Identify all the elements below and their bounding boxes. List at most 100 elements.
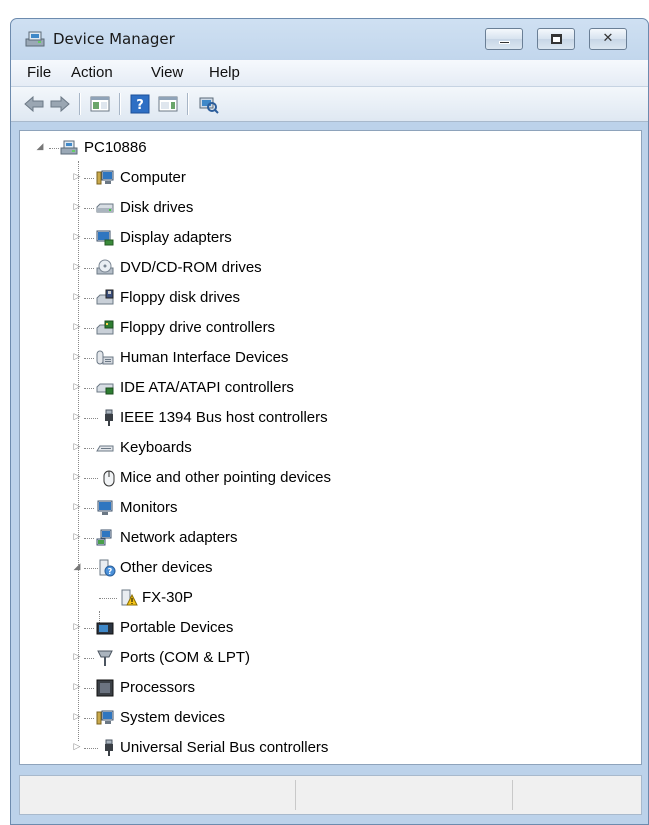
svg-text:?: ? bbox=[136, 98, 144, 113]
menu-help[interactable]: Help bbox=[209, 64, 240, 81]
portable-device-icon bbox=[96, 622, 114, 635]
floppy-drive-icon bbox=[96, 289, 114, 305]
title-bar[interactable]: Device Manager ✕ bbox=[11, 19, 648, 59]
tree-item-usb-controllers[interactable]: ▷ Universal Serial Bus controllers bbox=[20, 735, 641, 761]
tree-connector bbox=[84, 418, 98, 419]
expand-arrow-icon[interactable]: ▷ bbox=[72, 262, 82, 272]
expand-arrow-icon[interactable]: ▷ bbox=[72, 412, 82, 422]
expand-arrow-icon[interactable]: ▷ bbox=[72, 442, 82, 452]
expand-arrow-icon[interactable]: ▷ bbox=[72, 682, 82, 692]
menu-action[interactable]: Action bbox=[71, 64, 113, 81]
tree-item-label: Mice and other pointing devices bbox=[120, 469, 331, 486]
tree-item-disk-drives[interactable]: ▷ Disk drives bbox=[20, 195, 641, 221]
tree-connector bbox=[84, 688, 94, 689]
tree-item-fx-30p[interactable]: FX-30P bbox=[20, 585, 641, 611]
tree-item-monitors[interactable]: ▷ Monitors bbox=[20, 495, 641, 521]
scan-hardware-icon[interactable] bbox=[197, 94, 219, 114]
network-adapter-icon bbox=[96, 529, 112, 546]
tree-item-label: Universal Serial Bus controllers bbox=[120, 739, 329, 756]
tree-connector bbox=[84, 628, 94, 629]
maximize-button[interactable] bbox=[537, 28, 575, 50]
menu-view[interactable]: View bbox=[151, 64, 183, 81]
tree-connector bbox=[84, 748, 98, 749]
expand-arrow-icon[interactable]: ▷ bbox=[72, 502, 82, 512]
expand-arrow-icon[interactable]: ▷ bbox=[72, 202, 82, 212]
tree-item-label: Display adapters bbox=[120, 229, 232, 246]
tree-item-mice[interactable]: ▷ Mice and other pointing devices bbox=[20, 465, 641, 491]
usb-icon bbox=[105, 739, 113, 756]
expand-arrow-icon[interactable]: ▷ bbox=[72, 322, 82, 332]
keyboard-icon bbox=[96, 445, 114, 452]
expand-arrow-icon[interactable]: ▷ bbox=[72, 712, 82, 722]
tree-item-label: IDE ATA/ATAPI controllers bbox=[120, 379, 294, 396]
expand-arrow-icon[interactable]: ▷ bbox=[72, 532, 82, 542]
tree-connector bbox=[84, 238, 94, 239]
hid-icon bbox=[96, 350, 114, 365]
system-device-icon bbox=[96, 710, 114, 725]
menu-bar: File Action View Help bbox=[11, 60, 648, 87]
computer-icon bbox=[96, 170, 114, 185]
minimize-icon bbox=[499, 41, 510, 44]
collapse-arrow-icon[interactable]: ◢ bbox=[35, 142, 45, 152]
floppy-controller-icon bbox=[96, 320, 114, 335]
close-button[interactable]: ✕ bbox=[589, 28, 627, 50]
tree-item-dvd-cd-rom-drives[interactable]: ▷ DVD/CD-ROM drives bbox=[20, 255, 641, 281]
back-arrow-icon[interactable] bbox=[23, 94, 45, 114]
help-icon[interactable]: ? bbox=[129, 94, 151, 114]
expand-arrow-icon[interactable]: ▷ bbox=[72, 382, 82, 392]
menu-file[interactable]: File bbox=[27, 64, 51, 81]
tree-item-label: System devices bbox=[120, 709, 226, 726]
tree-item-computer[interactable]: ▷ Computer bbox=[20, 165, 641, 191]
tree-item-system-devices[interactable]: ▷ System devices bbox=[20, 705, 641, 731]
tree-item-human-interface-devices[interactable]: ▷ Human Interface Devices bbox=[20, 345, 641, 371]
tree-item-display-adapters[interactable]: ▷ Display adapters bbox=[20, 225, 641, 251]
tree-item-ide-ata-atapi-controllers[interactable]: ▷ IDE ATA/ATAPI controllers bbox=[20, 375, 641, 401]
status-bar-divider bbox=[512, 780, 513, 810]
expand-arrow-icon[interactable]: ▷ bbox=[72, 742, 82, 752]
tree-item-portable-devices[interactable]: ▷ Portable Devices bbox=[20, 615, 641, 641]
expand-arrow-icon[interactable]: ▷ bbox=[72, 652, 82, 662]
tree-item-other-devices[interactable]: ◢ ? Other devices bbox=[20, 555, 641, 581]
tree-item-ports[interactable]: ▷ Ports (COM & LPT) bbox=[20, 645, 641, 671]
mouse-icon bbox=[103, 470, 115, 487]
tree-item-label: Computer bbox=[120, 169, 186, 186]
device-tree[interactable]: ◢ PC10886 ▷ Computer ▷ Disk drives ▷ Dis… bbox=[19, 130, 642, 765]
collapse-arrow-icon[interactable]: ◢ bbox=[72, 562, 82, 572]
show-hide-console-tree-icon[interactable] bbox=[89, 94, 111, 114]
expand-arrow-icon[interactable]: ▷ bbox=[72, 352, 82, 362]
minimize-button[interactable] bbox=[485, 28, 523, 50]
tree-item-label: Human Interface Devices bbox=[120, 349, 289, 366]
expand-arrow-icon[interactable]: ▷ bbox=[72, 472, 82, 482]
show-action-pane-icon[interactable] bbox=[157, 94, 179, 114]
tree-root-label: PC10886 bbox=[84, 139, 147, 156]
tree-item-label: Ports (COM & LPT) bbox=[120, 649, 251, 666]
disk-drive-icon bbox=[96, 203, 114, 213]
status-bar-divider bbox=[295, 780, 296, 810]
tree-connector bbox=[84, 508, 94, 509]
tree-connector bbox=[49, 148, 59, 149]
tree-item-label: Monitors bbox=[120, 499, 178, 516]
tree-item-floppy-disk-drives[interactable]: ▷ Floppy disk drives bbox=[20, 285, 641, 311]
tree-connector bbox=[84, 478, 98, 479]
tree-connector bbox=[84, 328, 94, 329]
tree-item-label: Portable Devices bbox=[120, 619, 234, 636]
tree-connector bbox=[84, 178, 94, 179]
tree-connector bbox=[99, 598, 117, 599]
tree-root-row[interactable]: ◢ PC10886 bbox=[20, 135, 641, 161]
tree-item-label: Disk drives bbox=[120, 199, 194, 216]
tree-item-floppy-drive-controllers[interactable]: ▷ Floppy drive controllers bbox=[20, 315, 641, 341]
ieee1394-icon bbox=[105, 409, 113, 426]
tree-connector bbox=[84, 208, 94, 209]
svg-text:?: ? bbox=[108, 567, 113, 576]
expand-arrow-icon[interactable]: ▷ bbox=[72, 172, 82, 182]
expand-arrow-icon[interactable]: ▷ bbox=[72, 232, 82, 242]
expand-arrow-icon[interactable]: ▷ bbox=[72, 292, 82, 302]
expand-arrow-icon[interactable]: ▷ bbox=[72, 622, 82, 632]
tree-item-keyboards[interactable]: ▷ Keyboards bbox=[20, 435, 641, 461]
tree-item-label: FX-30P bbox=[142, 589, 193, 606]
tree-item-ieee-1394-bus-host-controllers[interactable]: ▷ IEEE 1394 Bus host controllers bbox=[20, 405, 641, 431]
tree-connector bbox=[84, 268, 94, 269]
forward-arrow-icon[interactable] bbox=[49, 94, 71, 114]
tree-item-network-adapters[interactable]: ▷ Network adapters bbox=[20, 525, 641, 551]
tree-item-processors[interactable]: ▷ Processors bbox=[20, 675, 641, 701]
